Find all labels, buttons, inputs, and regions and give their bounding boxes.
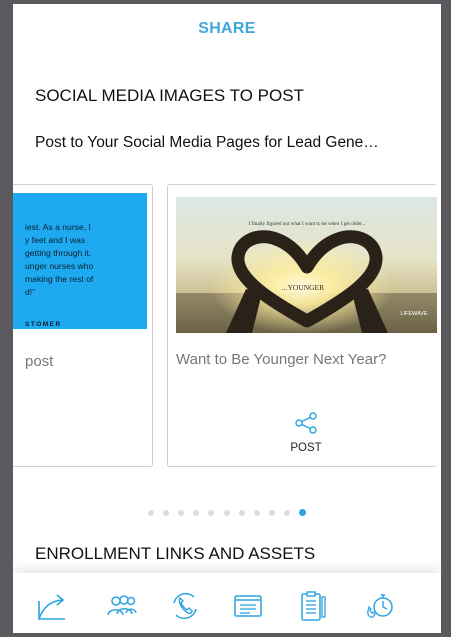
people-icon — [107, 595, 137, 616]
share-nodes-icon — [295, 412, 317, 434]
pagination-dot[interactable] — [284, 510, 291, 516]
social-media-heading: SOCIAL MEDIA IMAGES TO POST — [35, 86, 304, 105]
pagination-dot-active[interactable] — [299, 509, 307, 516]
carousel-card-current[interactable]: I finally figured out what I want to be … — [167, 184, 437, 467]
quote-image: iest. As a nurse, I y feet and I was get… — [13, 193, 147, 329]
pagination-dot[interactable] — [162, 510, 169, 516]
enrollment-heading: ENROLLMENT LINKS AND ASSETS — [35, 544, 316, 563]
tab-share[interactable] — [35, 589, 69, 623]
carousel-pagination[interactable] — [13, 509, 441, 516]
quote-line: iest. As a nurse, I — [25, 222, 91, 232]
pagination-dot[interactable] — [238, 510, 245, 516]
quote-line: d!" — [25, 287, 36, 297]
tab-team[interactable] — [104, 589, 138, 623]
tab-notes[interactable] — [231, 589, 265, 623]
share-arrow-icon — [38, 594, 65, 620]
image-carousel[interactable]: iest. As a nurse, I y feet and I was get… — [13, 178, 441, 474]
pagination-dot[interactable] — [147, 510, 154, 516]
heart-hands-photo: I finally figured out what I want to be … — [176, 197, 437, 333]
pagination-dot[interactable] — [208, 510, 215, 516]
quote-line: getting through it. — [25, 248, 92, 258]
tab-calls[interactable] — [168, 589, 202, 623]
quote-line: y feet and I was — [25, 235, 86, 245]
pagination-dot[interactable] — [253, 510, 260, 516]
quote-line: unger nurses who — [25, 261, 94, 271]
tab-clipboard[interactable] — [295, 589, 329, 623]
heart-hands-image: I finally figured out what I want to be … — [176, 197, 437, 333]
social-media-subtitle: Post to Your Social Media Pages for Lead… — [35, 134, 379, 151]
notes-icon — [234, 595, 262, 617]
image-center-text: ...YOUNGER — [282, 283, 324, 292]
pagination-dot[interactable] — [177, 510, 184, 516]
timer-icon — [367, 594, 393, 618]
clipboard-icon — [301, 591, 326, 621]
post-label: POST — [290, 442, 322, 454]
quote-text: iest. As a nurse, I y feet and I was get… — [25, 221, 145, 299]
quote-author: STOMER — [25, 321, 62, 328]
pagination-dot[interactable] — [269, 510, 276, 516]
bottom-tab-bar — [13, 573, 441, 633]
pagination-dot[interactable] — [223, 510, 230, 516]
carousel-card-previous[interactable]: iest. As a nurse, I y feet and I was get… — [13, 184, 153, 467]
card-caption: Want to Be Younger Next Year? — [176, 351, 387, 368]
image-brand-logo: LIFEWAVE — [400, 311, 428, 317]
phone-cycle-icon — [173, 592, 197, 620]
quote-line: making the rest of — [25, 274, 94, 284]
tab-timer[interactable] — [363, 589, 397, 623]
pagination-dot[interactable] — [193, 510, 200, 516]
post-button[interactable]: POST — [276, 411, 336, 461]
device-frame: SHARE SOCIAL MEDIA IMAGES TO POST Post t… — [0, 0, 451, 637]
card-caption: post — [25, 353, 54, 370]
page-title: SHARE — [198, 20, 256, 37]
image-top-text: I finally figured out what I want to be … — [249, 220, 366, 227]
share-screen: SHARE SOCIAL MEDIA IMAGES TO POST Post t… — [13, 4, 441, 633]
